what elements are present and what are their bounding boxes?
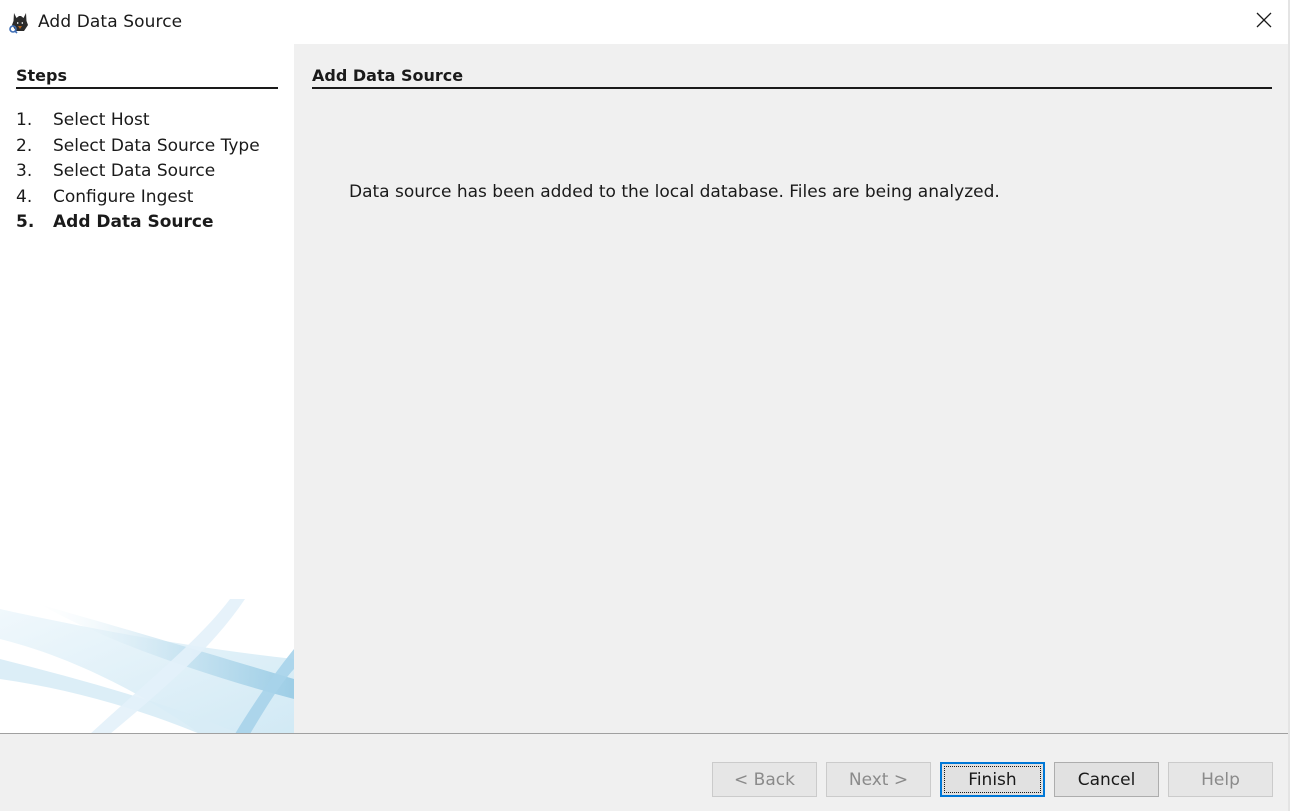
- close-button[interactable]: [1242, 0, 1286, 44]
- back-button[interactable]: < Back: [712, 762, 817, 797]
- step-item-configure-ingest: 4. Configure Ingest: [16, 185, 260, 211]
- step-item-select-host: 1. Select Host: [16, 108, 260, 134]
- step-label: Select Host: [53, 110, 150, 130]
- step-item-select-data-source-type: 2. Select Data Source Type: [16, 134, 260, 160]
- step-label: Add Data Source: [53, 212, 214, 232]
- step-label: Configure Ingest: [53, 186, 194, 207]
- steps-list: 1. Select Host 2. Select Data Source Type …: [16, 108, 260, 236]
- help-button[interactable]: Help: [1168, 762, 1273, 797]
- status-message: Data source has been added to the local …: [349, 182, 1000, 202]
- step-number: 5.: [16, 212, 35, 232]
- steps-panel: Steps 1. Select Host 2. Select Data Source…: [0, 44, 294, 734]
- decorative-swoosh-graphic: [0, 599, 294, 734]
- step-number: 4.: [16, 186, 33, 207]
- content-panel: Add Data Source Data source has been add…: [294, 44, 1288, 734]
- steps-header: Steps: [16, 66, 278, 89]
- finish-button[interactable]: Finish: [940, 762, 1045, 797]
- focus-ring: [944, 766, 1041, 793]
- step-item-select-data-source: 3. Select Data Source: [16, 159, 260, 185]
- step-number: 2.: [16, 135, 33, 156]
- next-button[interactable]: Next >: [826, 762, 931, 797]
- step-number: 1.: [16, 110, 33, 130]
- step-item-add-data-source: 5. Add Data Source: [16, 210, 260, 236]
- title-bar[interactable]: Add Data Source: [0, 0, 1290, 44]
- step-number: 3.: [16, 161, 33, 181]
- button-bar: < Back Next > Finish Cancel Help: [0, 734, 1288, 811]
- window-title: Add Data Source: [38, 12, 183, 32]
- add-data-source-dialog: Add Data Source Steps 1. Select Host 2. Se…: [0, 0, 1290, 811]
- step-label: Select Data Source: [53, 161, 216, 181]
- content-header: Add Data Source: [312, 66, 1272, 89]
- step-label: Select Data Source Type: [53, 135, 260, 156]
- close-icon: [1255, 11, 1273, 33]
- cancel-button[interactable]: Cancel: [1054, 762, 1159, 797]
- autopsy-dog-icon: [8, 10, 32, 34]
